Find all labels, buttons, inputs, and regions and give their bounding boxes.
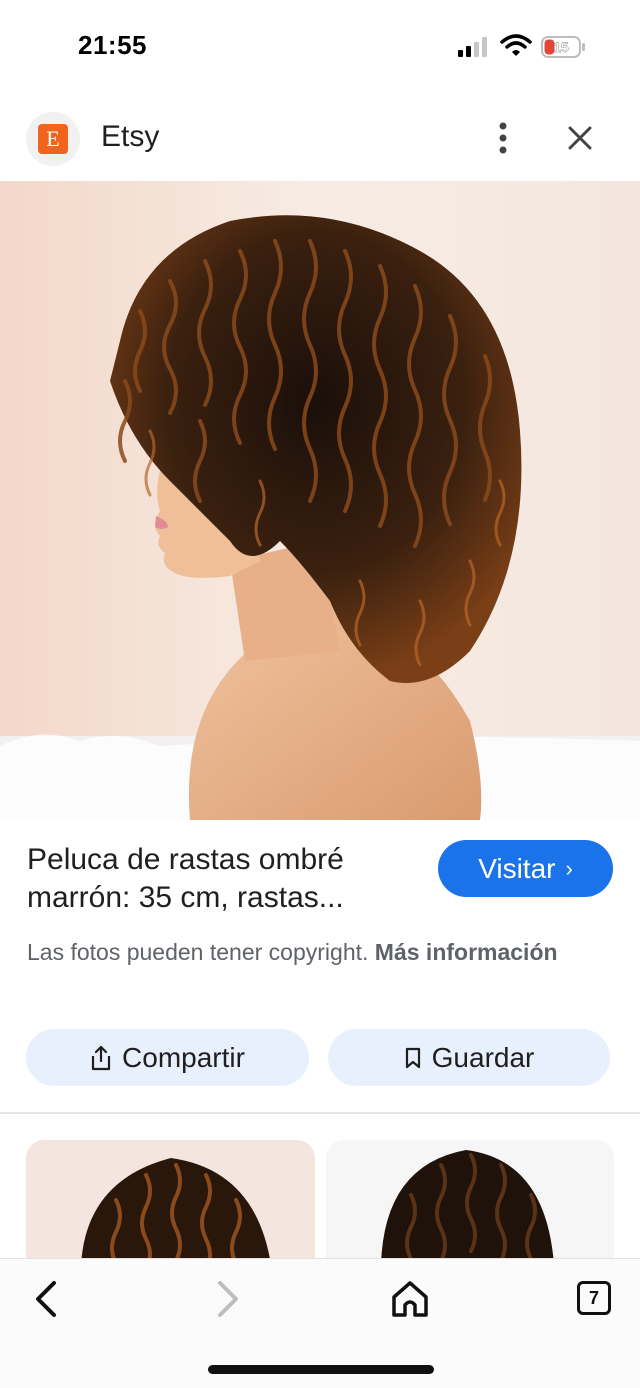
status-time: 21:55 — [78, 30, 147, 60]
save-button[interactable]: Guardar — [328, 1029, 610, 1086]
more-info-link[interactable]: Más información — [375, 939, 558, 965]
tab-count: 7 — [577, 1281, 611, 1315]
result-title[interactable]: Peluca de rastas ombré marrón: 35 cm, ra… — [27, 841, 427, 917]
etsy-logo-icon: E — [38, 124, 68, 154]
tabs-icon[interactable]: 7 — [573, 1277, 617, 1321]
back-icon[interactable] — [26, 1277, 70, 1321]
divider — [0, 1112, 640, 1114]
signal-icon — [458, 37, 487, 57]
visit-label: Visitar — [478, 852, 556, 884]
share-icon — [91, 1045, 111, 1070]
wifi-icon — [500, 34, 532, 56]
home-indicator — [208, 1365, 434, 1374]
share-button[interactable]: Compartir — [26, 1029, 309, 1086]
wig-photo — [0, 181, 640, 820]
browser-toolbar: 7 — [0, 1258, 640, 1388]
related-image-2[interactable] — [326, 1140, 614, 1265]
forward-icon[interactable] — [206, 1277, 250, 1321]
related-wig-photo-1 — [81, 1158, 271, 1265]
status-bar: 21:55 15 — [0, 0, 640, 96]
save-label: Guardar — [431, 1041, 535, 1073]
battery-level: 15 — [553, 39, 569, 55]
site-favicon[interactable]: E — [26, 112, 80, 166]
chevron-right-icon: › — [565, 855, 573, 881]
visit-button[interactable]: Visitar › — [438, 840, 613, 897]
copyright-text: Las fotos pueden tener copyright. — [27, 939, 369, 965]
more-vert-icon[interactable] — [486, 118, 520, 158]
related-wig-photo-2 — [381, 1150, 554, 1265]
share-label: Compartir — [122, 1041, 245, 1073]
site-name[interactable]: Etsy — [101, 120, 159, 154]
copyright-notice: Las fotos pueden tener copyright. Más in… — [27, 935, 617, 969]
close-icon[interactable] — [562, 120, 598, 156]
page-header: E Etsy — [0, 100, 640, 180]
battery-icon: 15 — [541, 36, 585, 58]
home-icon[interactable] — [388, 1277, 432, 1321]
bookmark-icon — [405, 1047, 420, 1068]
related-image-1[interactable] — [26, 1140, 315, 1265]
product-image[interactable] — [0, 181, 640, 820]
